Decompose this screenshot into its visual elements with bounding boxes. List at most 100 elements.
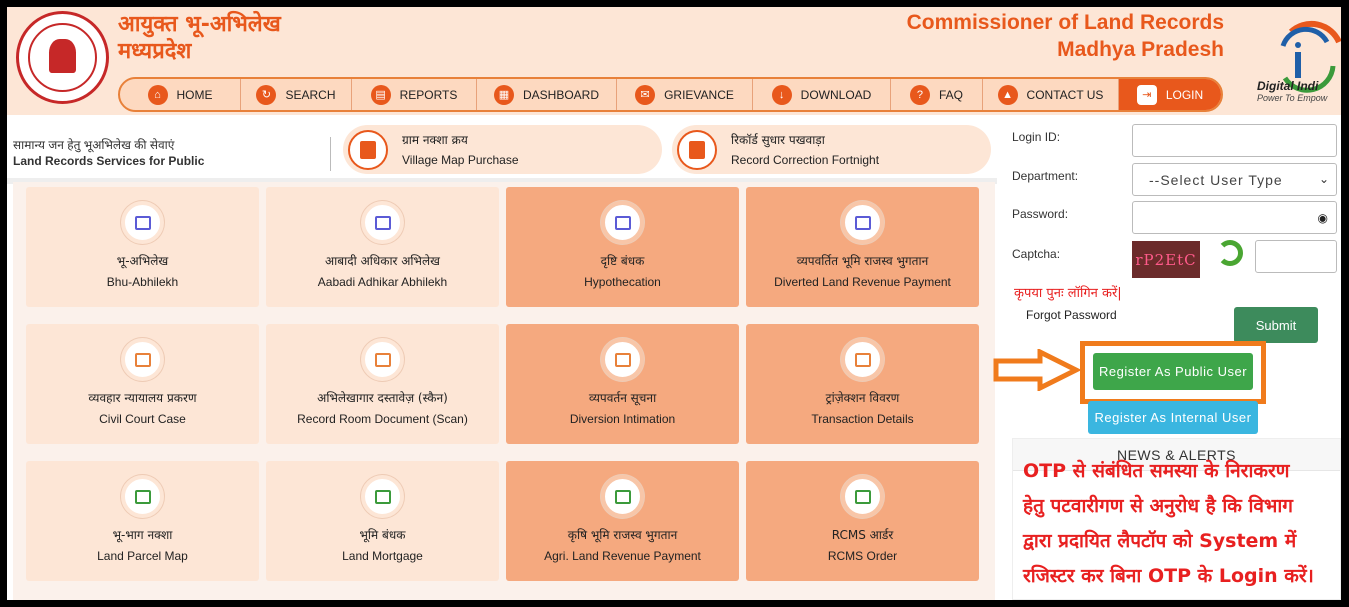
- captcha-label: Captcha:: [1012, 247, 1061, 261]
- divider: [330, 137, 331, 171]
- card-label-english: Aabadi Adhikar Abhilekh: [317, 275, 448, 289]
- register-public-user-button[interactable]: Register As Public User: [1093, 353, 1253, 390]
- village-map-purchase-button[interactable]: ग्राम नक्शा क्रय Village Map Purchase: [343, 125, 662, 174]
- card-label-hindi: कृषि भूमि राजस्व भुगतान: [567, 528, 678, 542]
- service-card-aabadi-adhikar[interactable]: आबादी अधिकार अभिलेख Aabadi Adhikar Abhil…: [266, 187, 499, 307]
- map-icon: [348, 129, 388, 170]
- house-icon: [121, 201, 164, 244]
- login-icon: ⇥: [1136, 84, 1157, 105]
- court-icon: [121, 338, 164, 381]
- house-icon: [601, 201, 644, 244]
- nav-faq[interactable]: ? FAQ: [891, 79, 983, 110]
- pill-label-hindi: ग्राम नक्शा क्रय: [402, 132, 468, 147]
- submit-button[interactable]: Submit: [1234, 307, 1318, 343]
- digital-india-tagline: Power To Empow: [1257, 93, 1328, 103]
- nav-contact-us[interactable]: ▲ CONTACT US: [983, 79, 1119, 110]
- arrow-annotation-icon: [993, 349, 1082, 391]
- nav-search[interactable]: ↻ SEARCH: [241, 79, 352, 110]
- card-label-english: Bhu-Abhilekh: [106, 275, 179, 289]
- service-card-bhu-abhilekh[interactable]: भू-अभिलेख Bhu-Abhilekh: [26, 187, 259, 307]
- map-book-icon: [121, 475, 164, 518]
- nav-label: GRIEVANCE: [664, 87, 734, 102]
- nav-login[interactable]: ⇥ LOGIN: [1119, 79, 1221, 110]
- card-label-hindi: अभिलेखागार दस्तावेज़ (स्कैन): [317, 391, 448, 405]
- service-card-civil-court-case[interactable]: व्यवहार न्यायालय प्रकरण Civil Court Case: [26, 324, 259, 444]
- service-card-rcms-order[interactable]: RCMS आर्डर RCMS Order: [746, 461, 979, 581]
- password-input[interactable]: ◉: [1132, 201, 1337, 234]
- card-label-hindi: भू-अभिलेख: [116, 254, 169, 268]
- nav-label: DASHBOARD: [522, 87, 599, 102]
- card-label-english: Diversion Intimation: [569, 412, 676, 426]
- service-card-agri-land-revenue[interactable]: कृषि भूमि राजस्व भुगतान Agri. Land Reven…: [506, 461, 739, 581]
- card-label-hindi: भूमि बंधक: [359, 528, 406, 542]
- department-select[interactable]: --Select User Type ⌄: [1132, 163, 1337, 196]
- service-card-hypothecation[interactable]: दृष्टि बंधक Hypothecation: [506, 187, 739, 307]
- pill-label-hindi: रिकॉर्ड सुधार पखवाड़ा: [731, 132, 825, 147]
- report-icon: ▤: [370, 84, 391, 105]
- chevron-down-icon: ⌄: [1318, 172, 1330, 186]
- card-label-hindi: आबादी अधिकार अभिलेख: [325, 254, 440, 268]
- card-label-hindi: दृष्टि बंधक: [600, 254, 645, 268]
- building-icon: [677, 129, 717, 170]
- register-internal-user-button[interactable]: Register As Internal User: [1088, 401, 1258, 434]
- card-label-hindi: व्यपवर्तित भूमि राजस्व भुगतान: [796, 254, 929, 268]
- eye-icon[interactable]: ◉: [1318, 211, 1328, 225]
- service-card-diversion-intimation[interactable]: व्यपवर्तन सूचना Diversion Intimation: [506, 324, 739, 444]
- contact-icon: ▲: [997, 84, 1018, 105]
- news-line: हेतु पटवारीगण से अनुरोध है कि विभाग: [1023, 495, 1293, 517]
- retry-login-message: कृपया पुनः लॉगिन करें|: [1014, 286, 1122, 301]
- nav-label: SEARCH: [285, 87, 336, 102]
- card-label-english: Record Room Document (Scan): [297, 412, 468, 426]
- card-label-english: Agri. Land Revenue Payment: [544, 549, 701, 563]
- pill-label-english: Record Correction Fortnight: [731, 152, 880, 167]
- news-line: द्वारा प्रदायित लैपटॉप को System में: [1023, 530, 1297, 552]
- service-card-diverted-land-revenue[interactable]: व्यपवर्तित भूमि राजस्व भुगतान Diverted L…: [746, 187, 979, 307]
- record-correction-fortnight-button[interactable]: रिकॉर्ड सुधार पखवाड़ा Record Correction …: [672, 125, 991, 174]
- nav-home[interactable]: ⌂ HOME: [120, 79, 241, 110]
- news-alerts-panel: NEWS & ALERTS OTP से संबंधित समस्या के न…: [1012, 438, 1341, 600]
- service-card-record-room-document[interactable]: अभिलेखागार दस्तावेज़ (स्कैन) Record Room…: [266, 324, 499, 444]
- main-nav: ⌂ HOME ↻ SEARCH ▤ REPORTS ▦ DASHBOARD ✉ …: [118, 77, 1223, 112]
- site-title-hindi: आयुक्त भू-अभिलेख मध्यप्रदेश: [118, 12, 281, 64]
- nav-label: CONTACT US: [1026, 87, 1104, 102]
- nav-label: DOWNLOAD: [800, 87, 872, 102]
- nav-reports[interactable]: ▤ REPORTS: [352, 79, 477, 110]
- refresh-captcha-icon[interactable]: [1217, 240, 1243, 266]
- service-card-land-mortgage[interactable]: भूमि बंधक Land Mortgage: [266, 461, 499, 581]
- forgot-password-link[interactable]: Forgot Password: [1026, 308, 1117, 322]
- news-ticker: OTP से संबंधित समस्या के निराकरण हेतु पट…: [1023, 454, 1340, 594]
- dashboard-icon: ▦: [493, 84, 514, 105]
- card-label-hindi: व्यपवर्तन सूचना: [588, 391, 657, 405]
- mp-emblem-logo[interactable]: [16, 11, 109, 104]
- home-icon: ⌂: [147, 84, 168, 105]
- download-icon: ↓: [771, 84, 792, 105]
- department-label: Department:: [1012, 169, 1079, 183]
- house-icon: [841, 338, 884, 381]
- nav-label: FAQ: [938, 87, 963, 102]
- nav-label: HOME: [176, 87, 213, 102]
- nav-download[interactable]: ↓ DOWNLOAD: [753, 79, 891, 110]
- grievance-icon: ✉: [635, 84, 656, 105]
- house-icon: [601, 475, 644, 518]
- faq-icon: ?: [909, 84, 930, 105]
- card-label-hindi: RCMS आर्डर: [831, 528, 894, 542]
- nav-grievance[interactable]: ✉ GRIEVANCE: [617, 79, 753, 110]
- service-card-land-parcel-map[interactable]: भू-भाग नक्शा Land Parcel Map: [26, 461, 259, 581]
- document-icon: [361, 201, 404, 244]
- lion-capital-icon: [49, 39, 76, 73]
- captcha-input[interactable]: [1255, 240, 1337, 273]
- house-icon: [361, 475, 404, 518]
- department-select-value: --Select User Type: [1149, 171, 1283, 188]
- nav-dashboard[interactable]: ▦ DASHBOARD: [477, 79, 617, 110]
- login-id-label: Login ID:: [1012, 130, 1061, 144]
- login-id-input[interactable]: [1132, 124, 1337, 157]
- services-heading-english: Land Records Services for Public: [13, 154, 205, 168]
- house-icon: [841, 201, 884, 244]
- service-card-transaction-details[interactable]: ट्रांज़ेक्शन विवरण Transaction Details: [746, 324, 979, 444]
- card-label-english: Transaction Details: [811, 412, 914, 426]
- password-label: Password:: [1012, 207, 1069, 221]
- card-label-hindi: ट्रांज़ेक्शन विवरण: [825, 391, 900, 405]
- services-heading: सामान्य जन हेतु भूअभिलेख की सेवाएं Land …: [13, 137, 204, 169]
- news-line: रजिस्टर कर बिना OTP के Login करें।: [1023, 565, 1314, 587]
- site-header: आयुक्त भू-अभिलेख मध्यप्रदेश Commissioner…: [7, 7, 1341, 115]
